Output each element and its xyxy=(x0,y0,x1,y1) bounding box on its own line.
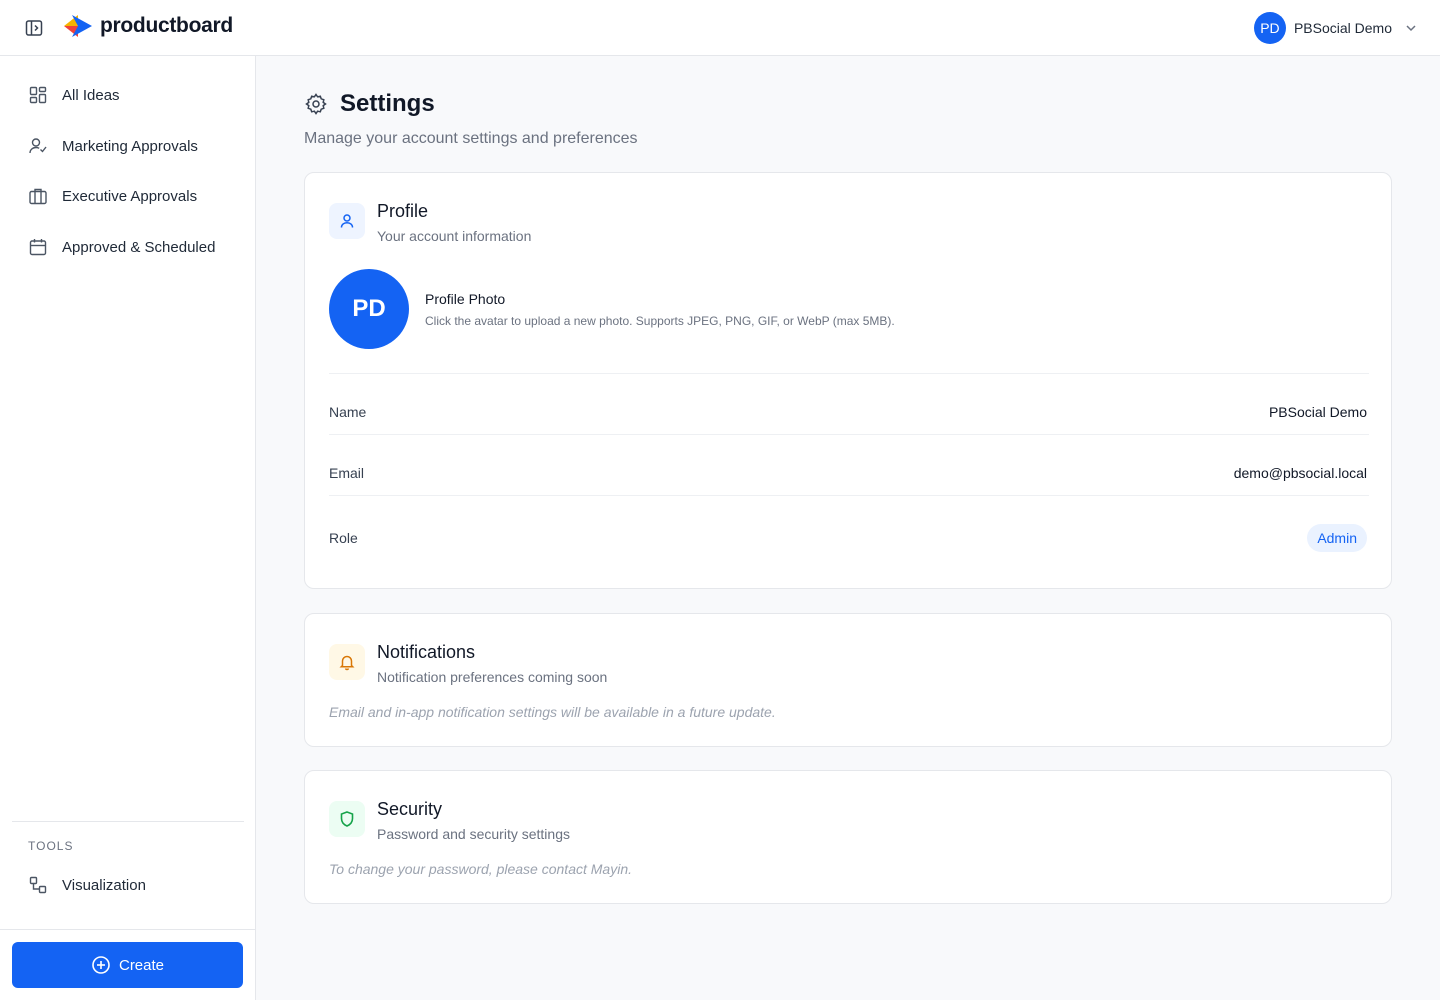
sidebar-item-label: Executive Approvals xyxy=(62,187,198,205)
user-name: PBSocial Demo xyxy=(1293,20,1392,36)
notifications-title: Notifications xyxy=(377,642,476,662)
security-title: Security xyxy=(377,799,443,819)
profile-subtitle: Your account information xyxy=(377,228,532,244)
divider xyxy=(329,495,1369,496)
notifications-card: Notifications Notification preferences c… xyxy=(304,613,1392,747)
profile-title: Profile xyxy=(377,201,429,221)
sidebar: All Ideas Marketing Approvals Executive … xyxy=(0,56,256,1000)
page-subtitle: Manage your account settings and prefere… xyxy=(304,130,638,147)
role-label: Role xyxy=(329,530,358,546)
notifications-section-icon xyxy=(329,644,365,680)
avatar: PD xyxy=(1253,12,1286,44)
page-title: Settings xyxy=(340,90,435,117)
productboard-logo-icon xyxy=(64,15,92,37)
sidebar-item-approved-scheduled[interactable]: Approved & Scheduled xyxy=(12,227,244,267)
chevron-down-icon xyxy=(1406,25,1416,32)
top-bar: productboard PD PBSocial Demo xyxy=(0,0,1440,56)
sidebar-toggle-icon[interactable] xyxy=(24,18,44,38)
email-label: Email xyxy=(329,465,365,481)
briefcase-icon xyxy=(29,188,47,205)
sidebar-divider xyxy=(0,929,256,930)
user-menu[interactable]: PD PBSocial Demo xyxy=(1253,12,1418,44)
shield-icon xyxy=(340,811,354,827)
name-value: PBSocial Demo xyxy=(1268,404,1367,420)
sidebar-item-visualization[interactable]: Visualization xyxy=(12,865,244,905)
profile-photo-hint: Click the avatar to upload a new photo. … xyxy=(425,314,895,328)
security-subtitle: Password and security settings xyxy=(377,826,570,842)
profile-avatar-upload[interactable]: PD xyxy=(329,269,409,349)
email-value: demo@pbsocial.local xyxy=(1233,465,1367,481)
sidebar-item-label: Marketing Approvals xyxy=(62,137,198,155)
sidebar-item-label: Visualization xyxy=(62,876,146,894)
divider xyxy=(329,434,1369,435)
notifications-subtitle: Notification preferences coming soon xyxy=(377,669,608,685)
create-button-label: Create xyxy=(118,956,165,974)
divider xyxy=(329,373,1369,374)
page-header: Settings Manage your account settings an… xyxy=(304,90,638,148)
sidebar-item-label: Approved & Scheduled xyxy=(62,238,216,256)
bell-icon xyxy=(339,655,355,671)
tools-heading: TOOLS xyxy=(28,839,74,853)
profile-section-icon xyxy=(329,203,365,239)
security-note: To change your password, please contact … xyxy=(329,861,632,877)
sidebar-divider xyxy=(12,821,244,822)
user-check-icon xyxy=(29,138,47,154)
security-section-icon xyxy=(329,801,365,837)
sidebar-item-label: All Ideas xyxy=(62,86,120,104)
diagram-icon xyxy=(29,876,47,894)
sidebar-item-all-ideas[interactable]: All Ideas xyxy=(12,75,244,115)
logo-text: productboard xyxy=(100,14,233,37)
role-badge: Admin xyxy=(1307,524,1367,552)
create-button[interactable]: Create xyxy=(12,942,243,988)
grid-icon xyxy=(29,86,47,104)
notifications-note: Email and in-app notification settings w… xyxy=(329,704,776,720)
app-logo[interactable]: productboard xyxy=(64,14,233,38)
profile-photo-title: Profile Photo xyxy=(425,291,506,307)
sidebar-item-marketing-approvals[interactable]: Marketing Approvals xyxy=(12,126,244,166)
profile-card: Profile Your account information PD Prof… xyxy=(304,172,1392,589)
user-icon xyxy=(340,214,354,228)
sidebar-item-executive-approvals[interactable]: Executive Approvals xyxy=(12,176,244,216)
security-card: Security Password and security settings … xyxy=(304,770,1392,904)
calendar-icon xyxy=(29,239,47,256)
plus-circle-icon xyxy=(92,956,110,974)
name-label: Name xyxy=(329,404,367,420)
gear-icon xyxy=(305,93,327,115)
